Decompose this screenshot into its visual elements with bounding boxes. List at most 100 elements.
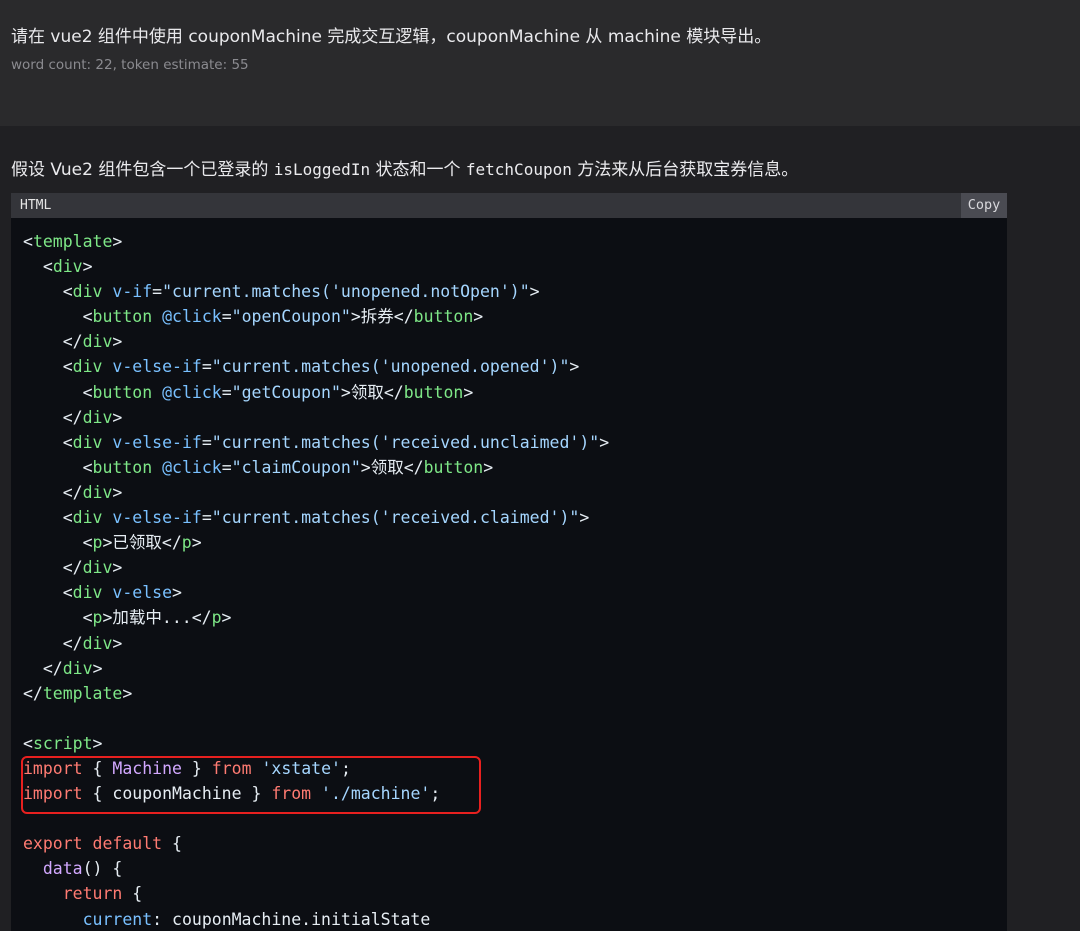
code-token: < [23, 583, 73, 603]
code-token: "openCoupon" [231, 307, 351, 327]
code-token: < [23, 307, 93, 327]
word-count-label: word count: 22, token estimate: 55 [11, 57, 249, 73]
code-token: v-else-if [112, 508, 202, 528]
code-token: ; [430, 784, 441, 804]
code-token: 领取 [370, 457, 404, 477]
code-line: <button @click="claimCoupon">领取</button> [23, 455, 609, 480]
code-line: <div v-else> [23, 580, 609, 605]
code-token: 已领取 [112, 533, 162, 553]
code-token: </ [393, 307, 414, 327]
code-token: div [72, 508, 103, 528]
code-token: > [191, 533, 202, 553]
code-token: </ [23, 658, 63, 678]
code-token: button [92, 382, 153, 402]
code-token: < [23, 257, 53, 277]
code-token: div [82, 332, 113, 352]
code-token: ; [340, 758, 351, 778]
code-token: () { [82, 859, 123, 879]
code-token: </ [191, 608, 212, 628]
code-line: export default { [23, 831, 609, 856]
code-token: < [23, 608, 93, 628]
code-token: </ [23, 407, 83, 427]
code-line: data() { [23, 856, 609, 881]
code-token: "current.matches('unopened.opened')" [211, 357, 570, 377]
code-token: "claimCoupon" [231, 457, 361, 477]
code-line: <div> [23, 254, 609, 279]
code-token: v-if [112, 282, 153, 302]
code-content: <template> <div> <div v-if="current.matc… [23, 229, 609, 931]
code-line: <div v-else-if="current.matches('receive… [23, 505, 609, 530]
code-token: v-else-if [112, 432, 202, 452]
code-token: "getCoupon" [231, 382, 341, 402]
code-token: > [463, 382, 474, 402]
code-line: <div v-else-if="current.matches('receive… [23, 430, 609, 455]
code-line: </div> [23, 405, 609, 430]
intro-text-part: 假设 Vue2 组件包含一个已登录的 [11, 160, 274, 180]
intro-text-part: 方法来从后台获取宝券信息。 [571, 160, 799, 180]
code-token: = [221, 457, 232, 477]
code-token: < [23, 533, 93, 553]
code-token: v-else [112, 583, 173, 603]
intro-text-part: 状态和一个 [370, 160, 466, 180]
code-token: > [599, 432, 610, 452]
code-token: 'xstate' [261, 758, 341, 778]
copy-button[interactable]: Copy [961, 193, 1007, 218]
code-token: > [82, 257, 93, 277]
code-line: <div v-else-if="current.matches('unopene… [23, 354, 609, 379]
code-token: < [23, 432, 73, 452]
code-token: > [473, 307, 484, 327]
code-line: return { [23, 881, 609, 906]
code-token: > [92, 733, 103, 753]
code-token: p [92, 533, 103, 553]
code-token: > [112, 407, 123, 427]
code-token: < [23, 382, 93, 402]
code-token: 拆券 [360, 307, 394, 327]
user-message-text: 请在 vue2 组件中使用 couponMachine 完成交互逻辑，coupo… [11, 27, 772, 47]
code-token: { [122, 884, 143, 904]
code-token: > [122, 683, 133, 703]
user-message: 请在 vue2 组件中使用 couponMachine 完成交互逻辑，coupo… [0, 0, 1080, 126]
code-line: </div> [23, 656, 609, 681]
code-token: = [152, 282, 163, 302]
code-token: './machine' [321, 784, 431, 804]
code-token: < [23, 282, 73, 302]
assistant-intro-text: 假设 Vue2 组件包含一个已登录的 isLoggedIn 状态和一个 fetc… [11, 155, 798, 180]
chat-page: 请在 vue2 组件中使用 couponMachine 完成交互逻辑，coupo… [0, 0, 1080, 931]
code-token: > [112, 482, 123, 502]
code-token: > [112, 332, 123, 352]
code-token: div [72, 583, 103, 603]
code-token: { [82, 758, 113, 778]
code-token: data [42, 859, 83, 879]
code-token: button [92, 457, 153, 477]
code-token: < [23, 232, 33, 251]
code-token: div [52, 257, 83, 277]
code-line: <script> [23, 731, 609, 756]
code-token: </ [23, 558, 83, 578]
code-token: button [413, 307, 474, 327]
code-token: { [162, 834, 182, 854]
code-token: export [23, 834, 83, 854]
code-token: from [271, 784, 312, 804]
code-token: </ [23, 683, 43, 703]
code-token: "current.matches('received.unclaimed')" [211, 432, 600, 452]
code-line: <p>已领取</p> [23, 530, 609, 555]
code-token: div [82, 482, 113, 502]
code-line: </div> [23, 555, 609, 580]
code-token: < [23, 733, 33, 753]
code-token: > [92, 658, 103, 678]
code-token: import [23, 784, 83, 804]
code-token: div [82, 633, 113, 653]
inline-code-isloggedin: isLoggedIn [273, 160, 371, 179]
code-token: </ [161, 533, 182, 553]
code-token: Machine [112, 758, 182, 778]
code-token: > [350, 307, 361, 327]
code-token: > [360, 457, 371, 477]
